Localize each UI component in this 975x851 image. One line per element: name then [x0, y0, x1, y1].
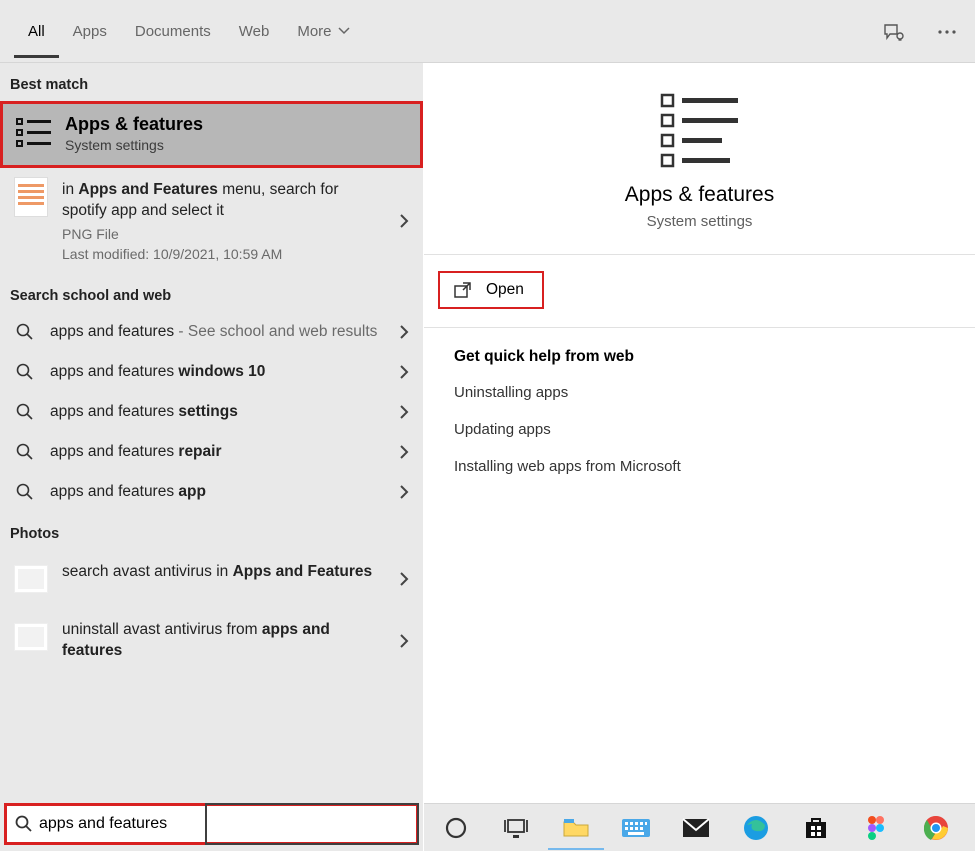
section-search-web: Search school and web — [0, 274, 423, 312]
chevron-right-icon — [399, 404, 409, 420]
file-explorer-icon — [562, 816, 590, 838]
photo-result-title: search avast antivirus in Apps and Featu… — [62, 562, 381, 583]
photo-thumbnail-icon — [14, 562, 48, 596]
tab-more[interactable]: More — [283, 5, 363, 58]
apps-features-icon — [658, 91, 742, 169]
feedback-icon[interactable] — [879, 18, 907, 46]
suggestion-text: apps and features windows 10 — [50, 363, 409, 381]
taskbar — [424, 803, 975, 851]
quick-help-link[interactable]: Updating apps — [454, 421, 945, 438]
open-button-label: Open — [486, 281, 524, 299]
quick-help-section: Get quick help from web Uninstalling app… — [424, 328, 975, 515]
task-view-icon — [503, 817, 529, 839]
chevron-right-icon — [399, 484, 409, 500]
keyboard-icon — [621, 818, 651, 838]
chevron-right-icon — [399, 444, 409, 460]
photo-result[interactable]: search avast antivirus in Apps and Featu… — [0, 550, 423, 608]
taskbar-onscreen-keyboard[interactable] — [608, 806, 664, 850]
search-box[interactable] — [4, 803, 419, 845]
taskbar-chrome[interactable] — [908, 806, 964, 850]
search-box-container — [0, 797, 423, 851]
detail-title: Apps & features — [424, 183, 975, 207]
web-suggestion[interactable]: apps and features settings — [0, 392, 423, 432]
apps-features-icon — [15, 115, 53, 153]
taskbar-task-view[interactable] — [488, 806, 544, 850]
tab-web[interactable]: Web — [225, 5, 284, 58]
taskbar-store[interactable] — [788, 806, 844, 850]
result-detail-panel: Apps & features System settings Open Get… — [424, 63, 975, 851]
png-thumbnail-icon — [14, 180, 48, 214]
web-suggestion[interactable]: apps and features app — [0, 472, 423, 512]
taskbar-edge[interactable] — [728, 806, 784, 850]
search-results-panel: Best match — [0, 63, 424, 851]
suggestion-text: apps and features repair — [50, 443, 409, 461]
section-best-match: Best match — [0, 63, 423, 101]
open-button[interactable]: Open — [438, 271, 544, 309]
chevron-right-icon — [399, 324, 409, 340]
search-icon — [14, 443, 36, 461]
search-filter-tabs: All Apps Documents Web More — [0, 0, 975, 63]
search-input[interactable] — [33, 815, 408, 833]
taskbar-cortana[interactable] — [428, 806, 484, 850]
edge-icon — [743, 815, 769, 841]
web-suggestion[interactable]: apps and features - See school and web r… — [0, 312, 423, 352]
tab-all[interactable]: All — [14, 5, 59, 58]
file-result-modified: Last modified: 10/9/2021, 10:59 AM — [62, 246, 381, 262]
suggestion-text: apps and features - See school and web r… — [50, 323, 409, 341]
suggestion-text: apps and features app — [50, 483, 409, 501]
search-icon — [14, 403, 36, 421]
cortana-icon — [444, 816, 468, 840]
section-photos: Photos — [0, 512, 423, 550]
web-suggestion[interactable]: apps and features repair — [0, 432, 423, 472]
file-result-type: PNG File — [62, 226, 381, 242]
suggestion-text: apps and features settings — [50, 403, 409, 421]
taskbar-file-explorer[interactable] — [548, 806, 604, 850]
tab-more-label: More — [297, 23, 331, 40]
best-match-subtitle: System settings — [65, 137, 203, 153]
search-icon — [14, 323, 36, 341]
photo-result-title: uninstall avast antivirus from apps and … — [62, 620, 381, 662]
quick-help-link[interactable]: Installing web apps from Microsoft — [454, 458, 945, 475]
tab-apps[interactable]: Apps — [59, 5, 121, 58]
chevron-right-icon — [399, 633, 409, 649]
quick-help-title: Get quick help from web — [454, 348, 945, 366]
open-icon — [454, 282, 472, 298]
chrome-icon — [923, 815, 949, 841]
chevron-right-icon — [399, 364, 409, 380]
taskbar-figma[interactable] — [848, 806, 904, 850]
photo-result[interactable]: uninstall avast antivirus from apps and … — [0, 608, 423, 674]
search-icon — [14, 363, 36, 381]
figma-icon — [867, 815, 885, 841]
taskbar-mail[interactable] — [668, 806, 724, 850]
quick-help-link[interactable]: Uninstalling apps — [454, 384, 945, 401]
best-match-title: Apps & features — [65, 114, 203, 135]
best-match-result[interactable]: Apps & features System settings — [0, 101, 423, 168]
mail-icon — [682, 818, 710, 838]
chevron-right-icon — [399, 571, 409, 587]
chevron-down-icon — [338, 27, 350, 35]
file-result-title: in Apps and Features menu, search for sp… — [62, 180, 381, 222]
detail-header: Apps & features System settings — [424, 69, 975, 255]
tab-documents[interactable]: Documents — [121, 5, 225, 58]
detail-subtitle: System settings — [424, 213, 975, 230]
photo-thumbnail-icon — [14, 620, 48, 654]
search-icon — [15, 815, 33, 833]
file-result[interactable]: in Apps and Features menu, search for sp… — [0, 168, 423, 274]
chevron-right-icon — [399, 213, 409, 229]
more-options-icon[interactable] — [933, 18, 961, 46]
search-icon — [14, 483, 36, 501]
store-icon — [804, 816, 828, 840]
web-suggestion[interactable]: apps and features windows 10 — [0, 352, 423, 392]
